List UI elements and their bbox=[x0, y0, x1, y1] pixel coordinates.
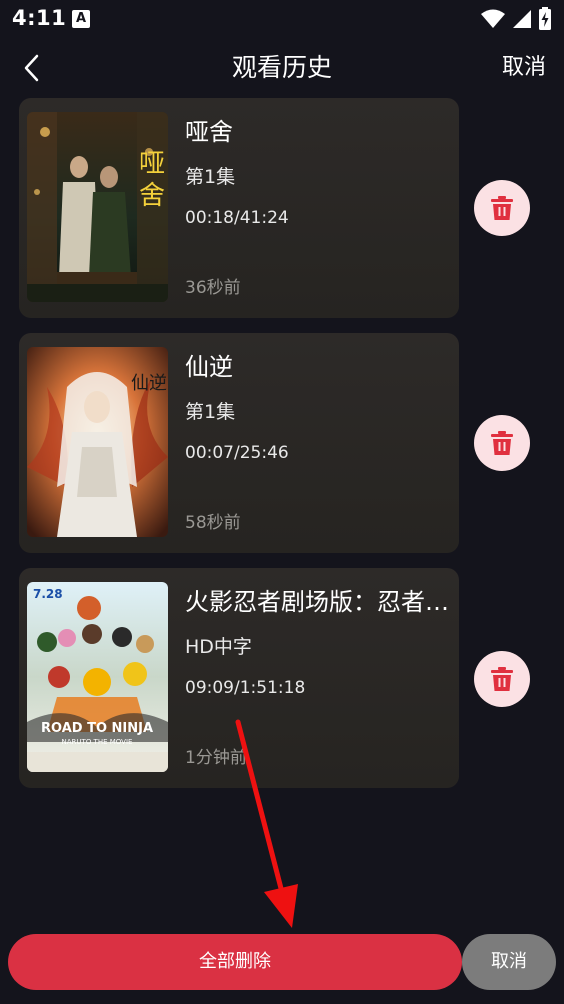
wifi-icon bbox=[481, 9, 505, 28]
header: 观看历史 取消 bbox=[0, 40, 564, 96]
signal-icon bbox=[513, 10, 531, 28]
poster-naruto-art: 7.28 ROAD TO NINJA NARUTO THE MOVIE bbox=[27, 582, 168, 772]
page-title: 观看历史 bbox=[231, 53, 332, 82]
trash-icon bbox=[491, 667, 513, 691]
history-item-watched-ago: 1分钟前 bbox=[185, 748, 247, 768]
poster-naruto-road-to-ninja: 7.28 ROAD TO NINJA NARUTO THE MOVIE bbox=[27, 582, 168, 772]
delete-item-button[interactable] bbox=[474, 180, 530, 236]
status-bar: 4:11 A bbox=[0, 0, 564, 38]
history-item-watched-ago: 58秒前 bbox=[185, 513, 241, 533]
trash-icon bbox=[491, 196, 513, 220]
bottom-cancel-button[interactable]: 取消 bbox=[462, 934, 556, 990]
poster-naruto-subtitle: NARUTO THE MOVIE bbox=[62, 738, 133, 746]
app-notification-icon: A bbox=[72, 10, 90, 28]
trash-icon bbox=[491, 431, 513, 455]
svg-text:舍: 舍 bbox=[139, 181, 165, 211]
poster-xianni: 仙逆 bbox=[27, 347, 168, 537]
delete-item-button[interactable] bbox=[474, 651, 530, 707]
history-item-title: 哑舍 bbox=[185, 118, 233, 146]
history-item-episode: 第1集 bbox=[185, 401, 236, 423]
history-item-progress: 09:09/1:51:18 bbox=[185, 678, 306, 698]
history-item-progress: 00:07/25:46 bbox=[185, 443, 289, 463]
watch-history-screen: 4:11 A 观看历史 取消 哑 舍 哑舍 第1集 00:18/41:24 36… bbox=[0, 0, 564, 1004]
battery-charging-icon bbox=[539, 7, 551, 30]
history-item[interactable]: 哑 舍 哑舍 第1集 00:18/41:24 36秒前 bbox=[19, 98, 459, 318]
poster-xianni-art: 仙逆 bbox=[27, 347, 168, 537]
svg-text:哑: 哑 bbox=[139, 149, 165, 179]
poster-naruto-title: ROAD TO NINJA bbox=[41, 721, 153, 736]
poster-yashe-art: 哑 舍 bbox=[27, 112, 168, 302]
header-cancel-button[interactable]: 取消 bbox=[502, 52, 546, 84]
status-icons bbox=[480, 7, 552, 31]
history-item-title: 仙逆 bbox=[185, 353, 233, 381]
history-item-progress: 00:18/41:24 bbox=[185, 208, 289, 228]
history-item-title: 火影忍者剧场版：忍者之路 bbox=[185, 588, 453, 616]
poster-xianni-text-1: 仙逆 bbox=[131, 373, 167, 394]
poster-yashe: 哑 舍 bbox=[27, 112, 168, 302]
status-time: 4:11 bbox=[12, 6, 67, 30]
history-item[interactable]: 7.28 ROAD TO NINJA NARUTO THE MOVIE 火影忍者… bbox=[19, 568, 459, 788]
history-item-watched-ago: 36秒前 bbox=[185, 278, 241, 298]
delete-item-button[interactable] bbox=[474, 415, 530, 471]
delete-all-button[interactable]: 全部删除 bbox=[8, 934, 462, 990]
poster-naruto-date: 7.28 bbox=[33, 587, 63, 601]
history-item-episode: HD中字 bbox=[185, 636, 252, 658]
history-item-episode: 第1集 bbox=[185, 166, 236, 188]
history-item[interactable]: 仙逆 仙逆 第1集 00:07/25:46 58秒前 bbox=[19, 333, 459, 553]
